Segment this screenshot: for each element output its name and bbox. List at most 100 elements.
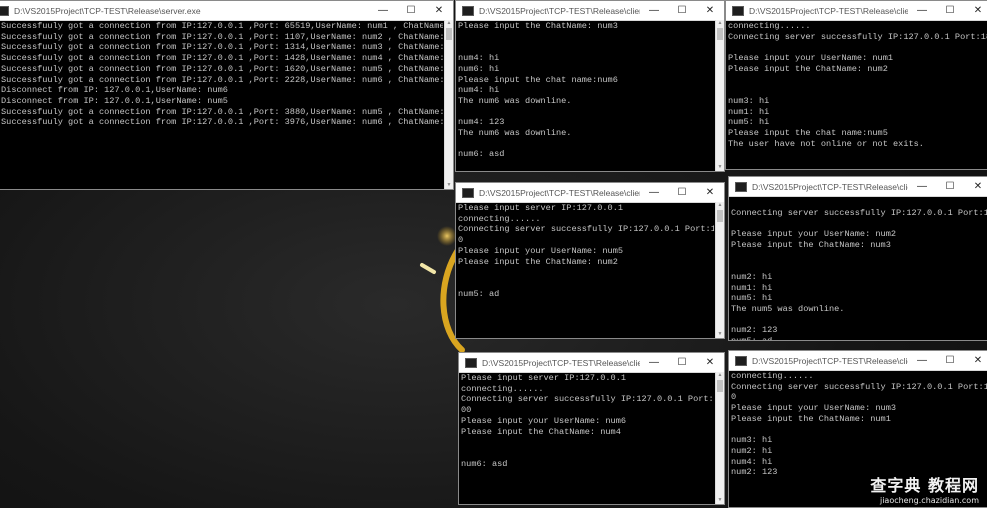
console-line: num1: hi (728, 106, 770, 117)
window-title: D:\VS2015Project\TCP-TEST\Release\client… (752, 355, 908, 366)
console-line: num2: hi (731, 271, 773, 282)
scroll-up-arrow[interactable]: ▲ (445, 20, 453, 27)
console-line: Please input your UserName: num1 (728, 53, 894, 64)
console-line: The user have not online or not exits. (728, 138, 924, 149)
console-line: num6: asd (461, 458, 508, 469)
minimize-button[interactable]: — (369, 2, 397, 20)
window-title: D:\VS2015Project\TCP-TEST\Release\client… (752, 181, 908, 192)
window-title: D:\VS2015Project\TCP-TEST\Release\client… (749, 5, 908, 16)
console-line: num6: hi (458, 63, 500, 74)
titlebar[interactable]: D:\VS2015Project\TCP-TEST\Release\client… (729, 351, 987, 371)
console-line: Connecting server successfully IP:127.0.… (458, 224, 714, 235)
console-line: Connecting server successfully IP:127.0.… (731, 207, 987, 218)
close-button[interactable]: ✕ (696, 2, 724, 20)
console-line: Successfuuly got a connection from IP:12… (1, 31, 443, 42)
close-button[interactable]: ✕ (964, 352, 987, 370)
close-button[interactable]: ✕ (696, 354, 724, 372)
console-output[interactable]: Successfuuly got a connection from IP:12… (0, 20, 443, 189)
close-button[interactable]: ✕ (425, 2, 453, 20)
minimize-button[interactable]: — (908, 178, 936, 196)
gold-glow (437, 226, 457, 246)
titlebar[interactable]: D:\VS2015Project\TCP-TEST\Release\client… (726, 1, 987, 21)
console-line: num4: hi (458, 85, 500, 96)
client-window-3[interactable]: D:\VS2015Project\TCP-TEST\Release\client… (455, 182, 725, 339)
titlebar[interactable]: D:\VS2015Project\TCP-TEST\Release\client… (456, 183, 724, 203)
scroll-down-arrow[interactable]: ▼ (716, 331, 724, 338)
titlebar[interactable]: D:\VS2015Project\TCP-TEST\Release\client… (456, 1, 724, 21)
console-line: connecting...... (731, 371, 814, 381)
minimize-button[interactable]: — (640, 184, 668, 202)
console-line: num4: 123 (458, 117, 505, 128)
console-line: Please input your UserName: num3 (731, 403, 897, 414)
scrollbar[interactable]: ▲ ▼ (444, 20, 453, 189)
console-line: connecting...... (728, 21, 811, 31)
console-app-icon (462, 5, 474, 16)
console-line: num4: hi (731, 456, 773, 467)
maximize-button[interactable]: ☐ (668, 184, 696, 202)
titlebar[interactable]: D:\VS2015Project\TCP-TEST\Release\client… (729, 177, 987, 197)
watermark-main: 查字典 教程网 (870, 476, 979, 495)
scrollbar-thumb[interactable] (446, 28, 452, 40)
scroll-up-arrow[interactable]: ▲ (716, 372, 724, 379)
console-app-icon (462, 187, 474, 198)
client-window-2[interactable]: D:\VS2015Project\TCP-TEST\Release\client… (725, 0, 987, 170)
console-line: Please input your UserName: num5 (458, 245, 624, 256)
console-line: The num6 was downline. (458, 128, 572, 139)
minimize-button[interactable]: — (640, 354, 668, 372)
console-output[interactable]: connecting...... Connecting server succes… (726, 20, 987, 169)
scrollbar[interactable]: ▲ ▼ (715, 20, 724, 171)
client-window-5[interactable]: D:\VS2015Project\TCP-TEST\Release\client… (458, 352, 725, 505)
scroll-down-arrow[interactable]: ▼ (716, 164, 724, 171)
scrollbar[interactable]: ▲ ▼ (715, 372, 724, 504)
console-line: Please input the ChatName: num3 (458, 21, 618, 31)
titlebar[interactable]: D:\VS2015Project\TCP-TEST\Release\client… (459, 353, 724, 373)
maximize-button[interactable]: ☐ (397, 2, 425, 20)
console-output[interactable]: Please input the ChatName: num3 num4: hi… (456, 20, 714, 171)
console-output[interactable]: Please input server IP:127.0.0.1 connecti… (456, 202, 714, 338)
close-button[interactable]: ✕ (696, 184, 724, 202)
client-window-1[interactable]: D:\VS2015Project\TCP-TEST\Release\client… (455, 0, 725, 172)
titlebar[interactable]: D:\VS2015Project\TCP-TEST\Release\server… (0, 1, 453, 21)
maximize-button[interactable]: ☐ (668, 2, 696, 20)
close-button[interactable]: ✕ (964, 178, 987, 196)
scroll-down-arrow[interactable]: ▼ (445, 182, 453, 189)
console-line: Please input the ChatName: num3 (731, 239, 891, 250)
scroll-up-arrow[interactable]: ▲ (716, 20, 724, 27)
console-line: Successfuuly got a connection from IP:12… (1, 74, 443, 85)
maximize-button[interactable]: ☐ (936, 352, 964, 370)
console-output[interactable]: Please input server IP:127.0.0.1 connecti… (459, 372, 714, 504)
console-line: Please input the ChatName: num2 (458, 256, 618, 267)
maximize-button[interactable]: ☐ (668, 354, 696, 372)
console-line: num2: 123 (731, 325, 778, 336)
minimize-button[interactable]: — (640, 2, 668, 20)
minimize-button[interactable]: — (908, 352, 936, 370)
console-output[interactable]: Connecting server successfully IP:127.0.… (729, 196, 987, 340)
scrollbar[interactable]: ▲ ▼ (715, 202, 724, 338)
scroll-down-arrow[interactable]: ▼ (716, 497, 724, 504)
console-line: Please input server IP:127.0.0.1 (458, 203, 624, 213)
close-button[interactable]: ✕ (964, 2, 987, 20)
server-window[interactable]: D:\VS2015Project\TCP-TEST\Release\server… (0, 0, 454, 190)
scrollbar-thumb[interactable] (717, 28, 723, 40)
scroll-up-arrow[interactable]: ▲ (716, 202, 724, 209)
maximize-button[interactable]: ☐ (936, 178, 964, 196)
maximize-button[interactable]: ☐ (936, 2, 964, 20)
minimize-button[interactable]: — (908, 2, 936, 20)
console-line: Connecting server successfully IP:127.0.… (461, 394, 714, 405)
client-window-4[interactable]: D:\VS2015Project\TCP-TEST\Release\client… (728, 176, 987, 341)
watermark: 查字典 教程网 jiaocheng.chazidian.com (870, 472, 979, 505)
gold-spark (420, 263, 436, 274)
scrollbar-thumb[interactable] (717, 210, 723, 222)
scrollbar-thumb[interactable] (717, 380, 723, 392)
